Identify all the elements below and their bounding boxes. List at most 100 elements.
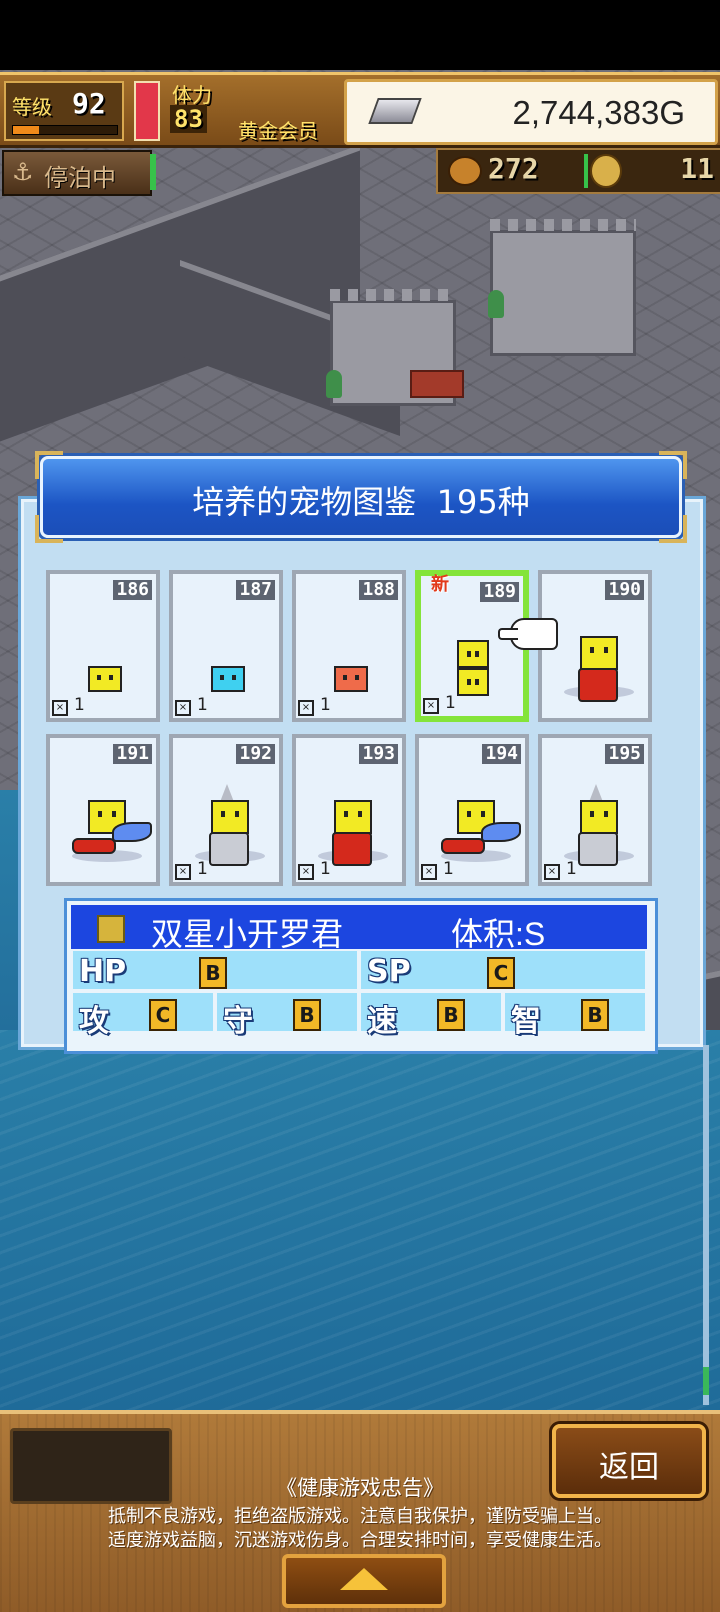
stat-speed: 速 B bbox=[359, 991, 503, 1039]
pet-card[interactable]: 195 × 1 bbox=[538, 734, 652, 886]
pet-number: 195 bbox=[605, 744, 644, 764]
pet-sprite bbox=[72, 838, 116, 854]
grade-badge: B bbox=[437, 999, 465, 1031]
count-x-icon: × bbox=[421, 864, 437, 880]
dock-label: 停泊中 bbox=[44, 164, 116, 192]
stamina-fill bbox=[136, 83, 158, 139]
member-label: 黄金会员 bbox=[238, 119, 318, 143]
frame-corner bbox=[659, 451, 687, 479]
pet-count: × 1 bbox=[52, 695, 85, 716]
pet-number: 189 bbox=[480, 582, 519, 602]
count-x-icon: × bbox=[175, 700, 191, 716]
scrollbar-thumb[interactable] bbox=[703, 1367, 709, 1395]
pet-count: × 1 bbox=[298, 859, 331, 880]
pet-card[interactable]: 193 × 1 bbox=[292, 734, 406, 886]
pet-count: × 1 bbox=[298, 695, 331, 716]
medal-coin-icon bbox=[590, 154, 622, 188]
dock-status-button[interactable]: ⚓ 停泊中 bbox=[2, 150, 152, 196]
pet-count-value: 1 bbox=[197, 859, 208, 879]
pet-sprite bbox=[112, 822, 152, 842]
pet-sprite bbox=[211, 800, 249, 834]
pet-count: × 1 bbox=[423, 693, 456, 714]
pet-count: × 1 bbox=[421, 859, 454, 880]
pet-number: 191 bbox=[113, 744, 152, 764]
pet-count-value: 1 bbox=[566, 859, 577, 879]
bread-value: 272 bbox=[488, 152, 539, 185]
resource-divider bbox=[584, 154, 588, 188]
health-notice-line: 抵制不良游戏，拒绝盗版游戏。注意自我保护，谨防受骗上当。 bbox=[108, 1506, 612, 1527]
pet-sprite bbox=[209, 832, 249, 866]
sea-water bbox=[0, 1030, 720, 1410]
pet-sprite bbox=[334, 800, 372, 834]
bread-icon bbox=[448, 156, 482, 186]
count-x-icon: × bbox=[175, 864, 191, 880]
stat-defense: 守 B bbox=[215, 991, 359, 1039]
pet-sprite bbox=[457, 668, 489, 696]
scrollbar[interactable] bbox=[703, 1045, 709, 1405]
pet-count-value: 1 bbox=[445, 693, 456, 713]
stat-label: 智 bbox=[511, 1004, 541, 1039]
pet-number: 186 bbox=[113, 580, 152, 600]
pointing-hand-icon bbox=[498, 618, 558, 650]
pet-number: 192 bbox=[236, 744, 275, 764]
pet-type-icon bbox=[97, 915, 125, 943]
resource-bar: 272 11 bbox=[436, 148, 720, 194]
new-tag: 新 bbox=[431, 574, 449, 595]
stat-attack: 攻 C bbox=[71, 991, 215, 1039]
pet-number: 193 bbox=[359, 744, 398, 764]
stat-sp: SP C bbox=[359, 949, 647, 991]
pet-count: × 1 bbox=[175, 859, 208, 880]
expand-menu-button[interactable] bbox=[282, 1554, 446, 1608]
pet-sprite bbox=[332, 832, 372, 866]
tree-icon bbox=[488, 290, 504, 318]
shop-stall bbox=[410, 370, 464, 398]
pet-card[interactable]: 194 × 1 bbox=[415, 734, 529, 886]
gold-value: 2,744,383G bbox=[512, 94, 685, 131]
bottom-bar: 返回 《健康游戏忠告》 抵制不良游戏，拒绝盗版游戏。注意自我保护，谨防受骗上当。… bbox=[0, 1410, 720, 1612]
castle-building bbox=[490, 219, 636, 356]
grade-badge: C bbox=[149, 999, 177, 1031]
top-hud: 等级 92 体力 83 黄金会员 2,744,383G bbox=[0, 72, 720, 148]
tree-icon bbox=[326, 370, 342, 398]
stamina-bar bbox=[134, 81, 160, 141]
pet-sprite bbox=[481, 822, 521, 842]
level-value: 92 bbox=[72, 87, 106, 120]
pet-info-header: 双星小开罗君 体积:S bbox=[71, 905, 647, 953]
count-x-icon: × bbox=[52, 700, 68, 716]
anchor-icon: ⚓ bbox=[12, 158, 34, 186]
pet-card[interactable]: 188 × 1 bbox=[292, 570, 406, 722]
pet-sprite bbox=[580, 636, 618, 670]
count-x-icon: × bbox=[298, 700, 314, 716]
grade-badge: C bbox=[487, 957, 515, 989]
pet-count: × 1 bbox=[544, 859, 577, 880]
dock-indicator bbox=[150, 154, 156, 190]
pet-sprite bbox=[578, 832, 618, 866]
pet-count: × 1 bbox=[175, 695, 208, 716]
stat-label: 守 bbox=[223, 1004, 253, 1039]
count-x-icon: × bbox=[298, 864, 314, 880]
frame-corner bbox=[35, 451, 63, 479]
pet-info-panel: 双星小开罗君 体积:S HP B SP C 攻 C 守 B 速 B 智 B bbox=[64, 898, 658, 1054]
pet-sprite bbox=[211, 666, 245, 692]
pet-count-value: 1 bbox=[197, 695, 208, 715]
pet-count-value: 1 bbox=[74, 695, 85, 715]
pet-sprite bbox=[578, 668, 618, 702]
pet-card[interactable]: 186 × 1 bbox=[46, 570, 160, 722]
count-x-icon: × bbox=[544, 864, 560, 880]
health-notice-title: 《健康游戏忠告》 bbox=[276, 1476, 444, 1500]
pet-number: 187 bbox=[236, 580, 275, 600]
pet-card[interactable]: 192 × 1 bbox=[169, 734, 283, 886]
pet-sprite bbox=[457, 640, 489, 668]
dialog-title: 培养的宠物图鉴 195种 bbox=[192, 483, 530, 521]
pet-card[interactable]: 187 × 1 bbox=[169, 570, 283, 722]
pet-card[interactable]: 189 新 × 1 bbox=[415, 570, 529, 722]
stat-label: 攻 bbox=[79, 1004, 109, 1039]
health-notice-line: 适度游戏益脑，沉迷游戏伤身。合理安排时间，享受健康生活。 bbox=[108, 1530, 612, 1551]
level-label: 等级 bbox=[12, 95, 52, 119]
pet-count-value: 1 bbox=[320, 695, 331, 715]
grade-badge: B bbox=[199, 957, 227, 989]
pet-card[interactable]: 191 bbox=[46, 734, 160, 886]
stat-intelligence: 智 B bbox=[503, 991, 647, 1039]
dialog-header: 培养的宠物图鉴 195种 bbox=[35, 451, 687, 543]
pet-sprite bbox=[334, 666, 368, 692]
